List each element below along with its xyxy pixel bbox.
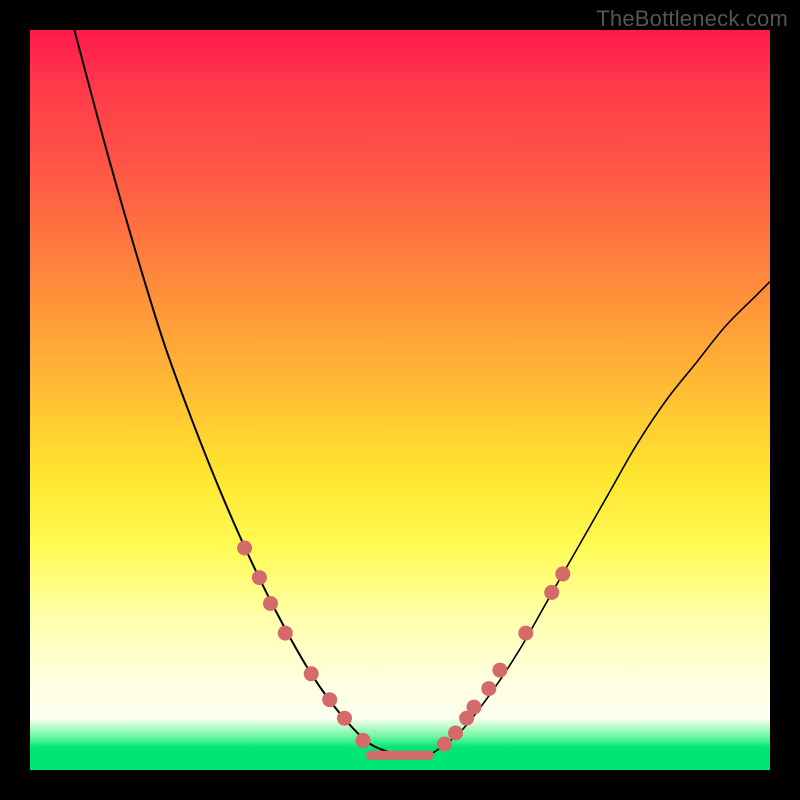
- plot-area: [30, 30, 770, 770]
- data-dot: [544, 585, 559, 600]
- data-dot: [263, 596, 278, 611]
- right-curve: [430, 282, 770, 756]
- watermark-text: TheBottleneck.com: [596, 6, 788, 32]
- data-dot: [467, 700, 482, 715]
- data-dot: [356, 733, 371, 748]
- data-dot: [481, 681, 496, 696]
- dots-group: [237, 541, 570, 752]
- data-dot: [252, 570, 267, 585]
- data-dot: [448, 726, 463, 741]
- data-dot: [437, 737, 452, 752]
- data-dot: [492, 663, 507, 678]
- data-dot: [337, 711, 352, 726]
- curve-layer: [30, 30, 770, 770]
- chart-container: TheBottleneck.com: [0, 0, 800, 800]
- data-dot: [237, 541, 252, 556]
- data-dot: [555, 566, 570, 581]
- data-dot: [518, 626, 533, 641]
- data-dot: [322, 692, 337, 707]
- data-dot: [304, 666, 319, 681]
- data-dot: [278, 626, 293, 641]
- left-curve: [74, 30, 400, 755]
